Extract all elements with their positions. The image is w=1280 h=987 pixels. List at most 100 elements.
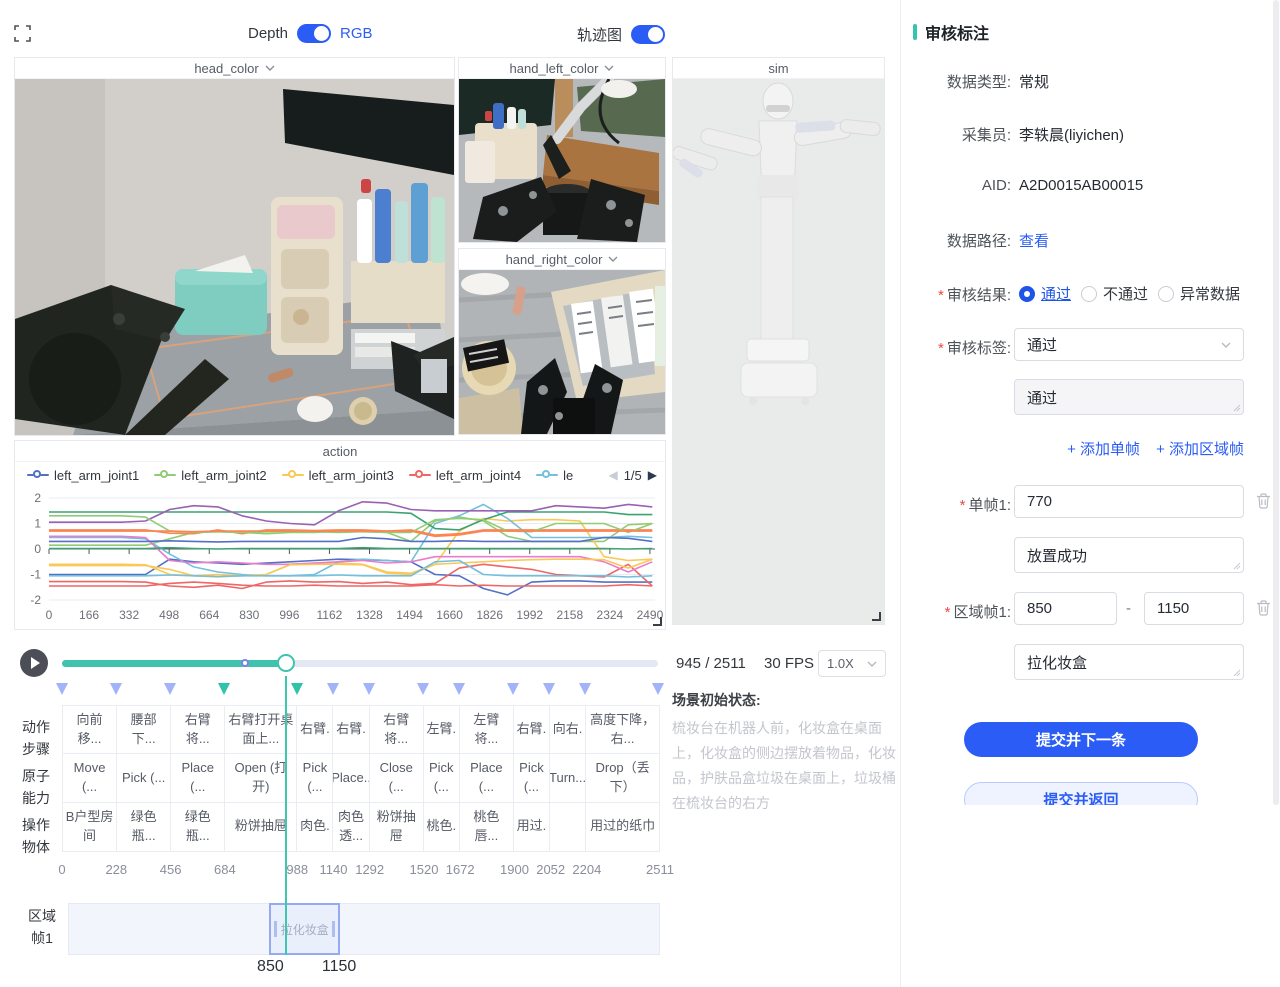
textarea-resize-icon[interactable] [1233,562,1241,570]
fullscreen-icon[interactable] [14,25,31,42]
region-selection[interactable]: 拉化妆盒 [269,903,340,955]
add-region-frame-link[interactable]: + 添加区域帧 [1156,438,1244,459]
legend-item-left_arm_joint3[interactable]: left_arm_joint3 [282,468,394,483]
timeline-slider[interactable] [62,660,658,667]
timeline-marker-1900[interactable] [507,683,519,695]
timeline-marker-2204[interactable] [579,683,591,695]
timeline-marker-1672[interactable] [453,683,465,695]
add-single-frame-link[interactable]: + 添加单帧 [1067,438,1140,459]
step-column[interactable]: 左臂.Pick (...桃色. [424,706,460,851]
trajectory-switch[interactable] [631,25,665,44]
region-handle-left[interactable] [274,921,277,937]
single-frame-dot[interactable] [241,659,249,667]
camera-panel-hand-left: hand_left_color [458,57,666,243]
step-column[interactable]: 向前移...Move (...B户型房间 [63,706,117,851]
timeline-marker-2052[interactable] [543,683,555,695]
svg-text:1992: 1992 [516,608,543,622]
step-column[interactable]: 右臂.Pick (...肉色. [297,706,333,851]
legend-next-icon[interactable]: ▶ [648,468,657,482]
radio-icon[interactable] [1081,286,1097,302]
textarea-resize-icon[interactable] [1233,669,1241,677]
play-button[interactable] [20,649,48,677]
single-frame-label: *单帧1: [901,494,1011,515]
step-cell-ability: Pick (... [514,754,549,802]
tag-select[interactable]: 通过 [1014,328,1244,361]
review-scroll-area: 审核标注 数据类型: 常规 采集员: 李轶晨(liyichen) AID: A2… [901,0,1280,805]
review-title: 审核标注 [925,20,989,44]
submit-back-button[interactable]: 提交并返回 [964,782,1198,805]
radio-icon[interactable] [1019,286,1035,302]
step-column[interactable]: 向右.Turn... [550,706,586,851]
depth-rgb-switch[interactable] [297,24,331,43]
single-frame-note-textarea[interactable]: 放置成功 [1014,537,1244,573]
textarea-resize-icon[interactable] [1233,404,1241,412]
step-column[interactable]: 左臂将...Place (...桃色唇... [460,706,514,851]
submit-next-button[interactable]: 提交并下一条 [964,722,1198,757]
delete-region-frame-icon[interactable] [1256,600,1271,616]
chevron-down-icon [1221,342,1231,348]
timeline-marker-456[interactable] [164,683,176,695]
region-start-input[interactable]: 850 [1014,592,1117,625]
radio-icon[interactable] [1158,286,1174,302]
radio-option-pass[interactable]: 通过 [1019,283,1071,304]
head-camera-image [15,79,454,435]
resize-handle-icon[interactable] [653,617,662,626]
timeline-marker-684[interactable] [218,683,230,695]
step-column[interactable]: 腰部下...Pick (...绿色瓶... [117,706,171,851]
action-line-chart[interactable]: 210-1-2016633249866483099611621328149416… [15,488,665,629]
step-cell-object: 绿色瓶... [117,803,170,851]
single-frame-input[interactable]: 770 [1014,485,1244,518]
legend-item-le[interactable]: le [536,468,573,483]
scrollbar[interactable] [1273,0,1279,805]
slider-handle[interactable] [277,654,295,672]
sim-viewport[interactable] [673,79,884,624]
delete-single-frame-icon[interactable] [1256,493,1271,509]
legend-prev-icon[interactable]: ◀ [608,468,617,482]
scene-title: 场景初始状态: [672,690,896,710]
timeline-marker-228[interactable] [110,683,122,695]
radio-option-fail[interactable]: 不通过 [1081,283,1148,304]
axis-tick: 1140 [320,862,348,877]
camera-select-hand-right[interactable]: hand_right_color [459,249,665,270]
chevron-down-icon [608,256,618,262]
step-column[interactable]: 右臂.Pick (...用过. [514,706,550,851]
step-cell-ability: Move (... [63,754,116,802]
axis-tick: 1900 [500,862,529,877]
svg-text:1: 1 [34,517,41,531]
region-frame-track[interactable]: 拉化妆盒 [68,903,660,955]
step-cell-ability: Place (... [460,754,513,802]
timeline-marker-1140[interactable] [327,683,339,695]
legend-item-left_arm_joint4[interactable]: left_arm_joint4 [409,468,521,483]
svg-text:996: 996 [279,608,299,622]
resize-handle-icon[interactable] [872,612,881,621]
step-column[interactable]: 右臂.Place..肉色透... [333,706,369,851]
sim-title: sim [673,58,884,79]
camera-select-head[interactable]: head_color [15,58,454,79]
timeline-marker-988[interactable] [291,683,303,695]
data-path-link[interactable]: 查看 [1019,230,1049,251]
camera-select-hand-left[interactable]: hand_left_color [459,58,665,79]
step-cell-object: 粉饼抽屉 [370,803,423,851]
timeline-marker-0[interactable] [56,683,68,695]
step-column[interactable]: 右臂将...Close (...粉饼抽屉 [370,706,424,851]
region-end-input[interactable]: 1150 [1144,592,1244,625]
timeline-marker-1520[interactable] [417,683,429,695]
region-note-textarea[interactable]: 拉化妆盒 [1014,644,1244,680]
legend-item-left_arm_joint1[interactable]: left_arm_joint1 [27,468,139,483]
step-cell-object [550,803,585,851]
radio-option-abnormal[interactable]: 异常数据 [1158,283,1240,304]
playhead-cursor[interactable] [285,676,287,955]
step-column[interactable]: 高度下降，右...Drop（丢下）用过的纸巾 [586,706,659,851]
timeline-marker-2511[interactable] [652,683,664,695]
legend-item-left_arm_joint2[interactable]: left_arm_joint2 [154,468,266,483]
region-handle-right[interactable] [332,921,335,937]
speed-select[interactable]: 1.0X [818,650,886,677]
step-cell-action: 右臂. [333,706,368,754]
chart-legend: left_arm_joint1 left_arm_joint2 left_arm_j… [15,462,665,488]
step-column[interactable]: 右臂将...Place (...绿色瓶... [171,706,225,851]
step-cell-ability: Turn... [550,754,585,802]
timeline-marker-1292[interactable] [363,683,375,695]
tag-note-textarea[interactable]: 通过 [1014,379,1244,415]
axis-tick: 1672 [446,862,475,877]
steps-table: 向前移...Move (...B户型房间腰部下...Pick (...绿色瓶..… [62,705,660,852]
